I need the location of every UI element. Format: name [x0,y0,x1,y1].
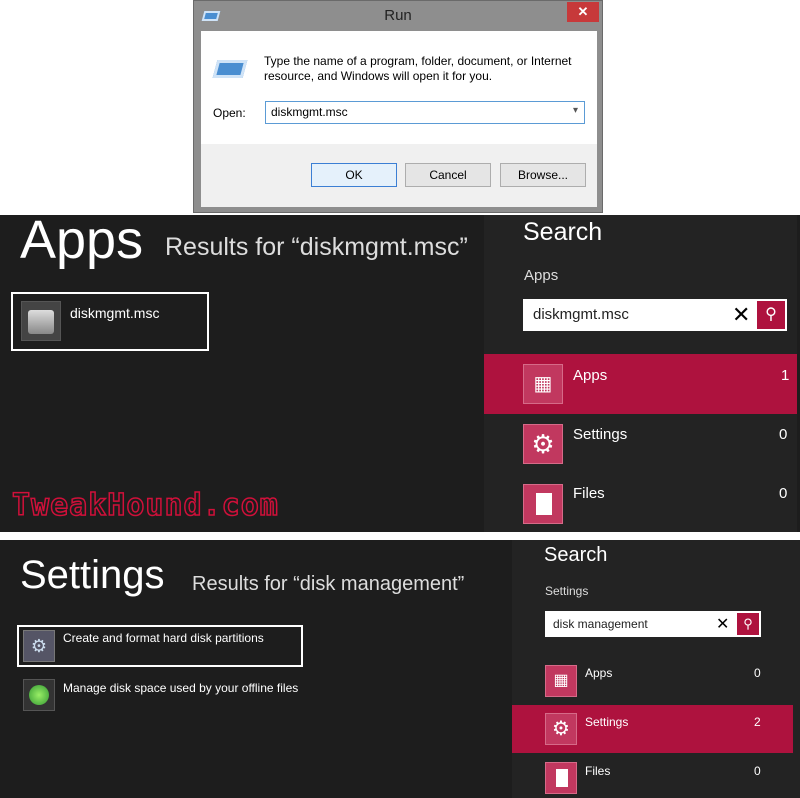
category-label: Settings [585,715,629,729]
search-input[interactable]: disk management ✕ ⚲ [545,611,761,637]
search-scope: Apps [524,267,559,284]
result-label: Manage disk space used by your offline f… [63,681,299,695]
dialog-body: Type the name of a program, folder, docu… [201,31,597,207]
apps-icon: ▦ [545,665,577,697]
search-title: Search [523,218,603,246]
search-scope: Settings [545,584,589,598]
result-item[interactable]: diskmgmt.msc [11,292,209,351]
page-title: Apps [20,210,144,270]
category-settings[interactable]: ⚙ Settings 2 [512,705,793,753]
sync-icon [23,679,55,711]
page-title: Settings [20,553,165,597]
category-settings[interactable]: ⚙ Settings 0 [484,414,797,474]
result-item[interactable]: ⚙ Create and format hard disk partitions [17,625,303,667]
settings-search-screen: Settings Results for “disk management” ⚙… [0,540,800,798]
category-label: Settings [573,426,628,443]
run-dialog: Run ✕ Type the name of a program, folder… [193,0,603,213]
dialog-title: Run [384,7,412,24]
search-input[interactable]: diskmgmt.msc ✕ ⚲ [523,299,787,331]
clear-icon[interactable]: ✕ [716,614,729,634]
open-input[interactable]: diskmgmt.msc [265,101,585,124]
category-label: Apps [585,666,613,680]
search-pane: Search Apps diskmgmt.msc ✕ ⚲ ▦ Apps 1 ⚙ … [484,215,797,532]
category-label: Files [585,764,611,778]
file-icon [545,762,577,794]
watermark-logo: TweakHound.com [11,487,279,524]
category-count: 0 [779,426,788,443]
gear-icon: ⚙ [523,424,563,464]
disk-management-icon [21,301,61,341]
results-for: Results for “diskmgmt.msc” [165,233,468,261]
category-count: 0 [754,764,761,778]
search-pane: Search Settings disk management ✕ ⚲ ▦ Ap… [512,540,800,798]
category-count: 1 [781,367,790,384]
result-label: Create and format hard disk partitions [63,631,264,645]
description: Type the name of a program, folder, docu… [264,54,572,83]
open-label: Open: [213,106,246,120]
close-button[interactable]: ✕ [567,2,599,22]
apps-search-screen: Apps Results for “diskmgmt.msc” diskmgmt… [0,210,800,532]
result-label: diskmgmt.msc [70,305,160,321]
dialog-content [201,31,597,144]
category-files[interactable]: Files 0 [484,474,797,532]
gear-icon: ⚙ [545,713,577,745]
category-count: 0 [754,666,761,680]
browse-button[interactable]: Browse... [500,163,586,187]
clear-icon[interactable]: ✕ [732,302,750,328]
search-icon[interactable]: ⚲ [757,301,785,329]
run-icon-large [212,60,248,78]
category-label: Apps [573,367,608,384]
category-label: Files [573,485,605,502]
category-apps[interactable]: ▦ Apps 0 [512,660,793,704]
chevron-down-icon[interactable]: ▾ [573,105,578,116]
apps-icon: ▦ [523,364,563,404]
search-title: Search [544,544,608,566]
category-count: 0 [779,485,788,502]
category-files[interactable]: Files 0 [512,758,793,798]
result-item[interactable]: Manage disk space used by your offline f… [17,677,317,713]
category-count: 2 [754,715,761,729]
search-query: disk management [553,617,648,631]
ok-button[interactable]: OK [311,163,397,187]
file-icon [523,484,563,524]
disk-partition-icon: ⚙ [23,630,55,662]
results-for: Results for “disk management” [192,573,465,595]
search-icon[interactable]: ⚲ [737,613,759,635]
category-apps[interactable]: ▦ Apps 1 [484,354,797,414]
cancel-button[interactable]: Cancel [405,163,491,187]
search-query: diskmgmt.msc [533,306,629,323]
